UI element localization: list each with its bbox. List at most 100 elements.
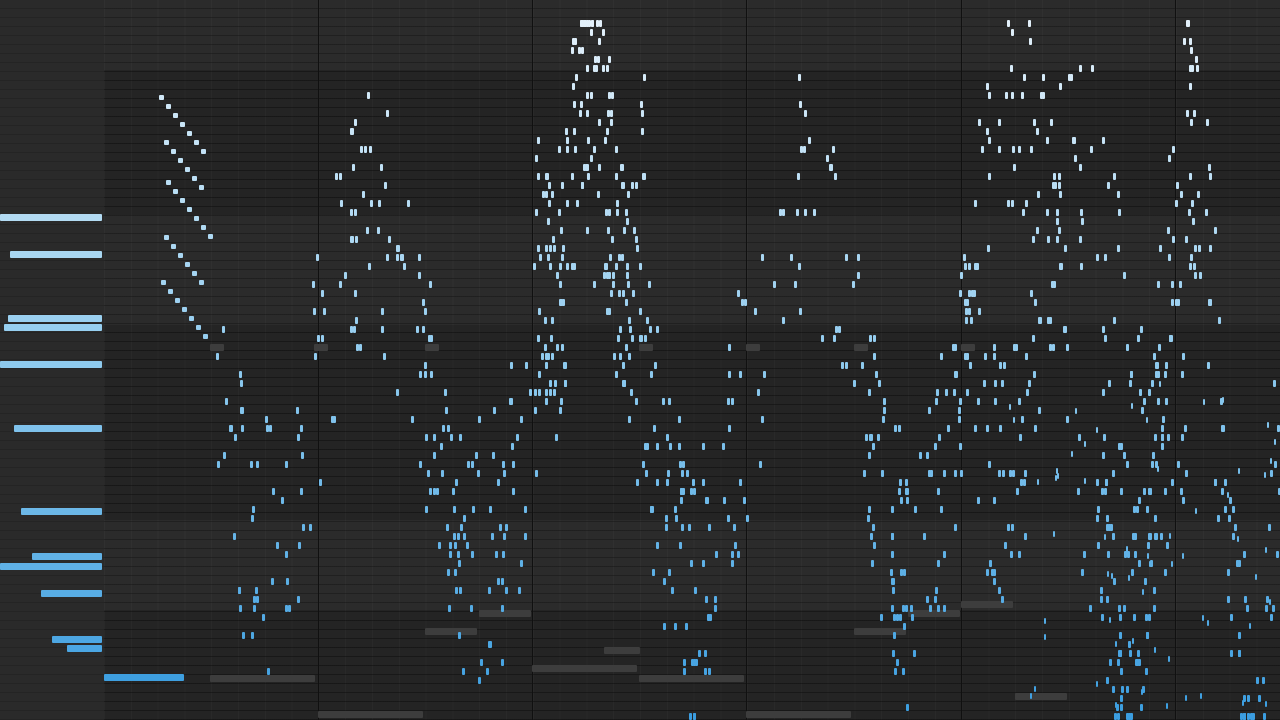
note[interactable] — [693, 488, 696, 495]
note[interactable] — [763, 371, 766, 378]
note[interactable] — [429, 488, 432, 495]
note[interactable] — [1264, 472, 1266, 478]
note[interactable] — [964, 263, 967, 270]
note[interactable] — [411, 416, 414, 423]
note[interactable] — [871, 560, 874, 567]
note[interactable] — [250, 461, 253, 468]
note[interactable] — [545, 398, 548, 405]
note[interactable] — [178, 253, 183, 258]
note[interactable] — [403, 263, 406, 270]
note[interactable] — [630, 389, 633, 396]
note[interactable] — [1096, 479, 1099, 486]
note[interactable] — [959, 443, 962, 450]
note[interactable] — [1013, 344, 1016, 351]
note[interactable] — [872, 443, 875, 450]
note[interactable] — [1081, 569, 1084, 576]
note[interactable] — [667, 470, 670, 477]
note[interactable] — [475, 452, 478, 459]
note[interactable] — [351, 128, 354, 135]
note[interactable] — [425, 506, 428, 513]
note[interactable] — [1272, 605, 1275, 612]
note[interactable] — [1071, 451, 1073, 457]
note[interactable] — [978, 119, 981, 126]
note[interactable] — [626, 218, 629, 225]
note[interactable] — [674, 506, 677, 513]
note[interactable] — [1080, 209, 1083, 216]
note[interactable] — [1038, 317, 1041, 324]
note[interactable] — [566, 146, 569, 153]
note[interactable] — [593, 281, 596, 288]
note[interactable] — [680, 488, 683, 495]
note[interactable] — [1097, 542, 1100, 549]
note[interactable] — [545, 353, 548, 360]
note[interactable] — [1182, 497, 1185, 504]
note[interactable] — [1123, 452, 1126, 459]
note[interactable] — [516, 434, 519, 441]
note[interactable] — [606, 272, 609, 279]
note[interactable] — [233, 533, 236, 540]
note[interactable] — [1180, 191, 1183, 198]
note[interactable] — [1089, 605, 1092, 612]
note[interactable] — [986, 83, 989, 90]
note[interactable] — [1123, 605, 1126, 612]
note[interactable] — [1096, 681, 1098, 687]
note[interactable] — [615, 173, 618, 180]
note[interactable] — [609, 254, 612, 261]
note[interactable] — [548, 182, 551, 189]
note[interactable] — [565, 128, 568, 135]
note[interactable] — [905, 479, 908, 486]
note[interactable] — [449, 542, 452, 549]
note[interactable] — [1112, 470, 1115, 477]
note[interactable] — [418, 254, 421, 261]
note[interactable] — [459, 587, 462, 594]
note[interactable] — [1126, 713, 1129, 720]
note[interactable] — [868, 452, 871, 459]
note[interactable] — [1154, 647, 1156, 653]
note[interactable] — [578, 47, 581, 54]
note[interactable] — [641, 128, 644, 135]
note[interactable] — [196, 325, 201, 330]
note[interactable] — [602, 65, 605, 72]
note[interactable] — [1032, 236, 1035, 243]
note[interactable] — [690, 488, 693, 495]
note[interactable] — [727, 515, 730, 522]
note[interactable] — [1113, 578, 1116, 585]
note[interactable] — [166, 104, 171, 109]
note[interactable] — [1181, 371, 1184, 378]
note[interactable] — [1011, 29, 1014, 36]
note[interactable] — [900, 497, 903, 504]
note[interactable] — [953, 389, 956, 396]
note[interactable] — [1194, 272, 1197, 279]
note[interactable] — [873, 542, 876, 549]
note[interactable] — [959, 398, 962, 405]
note[interactable] — [331, 416, 334, 423]
note[interactable] — [573, 128, 576, 135]
note[interactable] — [1265, 701, 1267, 707]
note[interactable] — [872, 524, 875, 531]
note[interactable] — [1131, 569, 1134, 576]
note[interactable] — [685, 623, 688, 630]
note[interactable] — [321, 335, 324, 342]
note[interactable] — [335, 173, 338, 180]
note[interactable] — [799, 308, 802, 315]
note[interactable] — [1217, 515, 1220, 522]
note[interactable] — [1005, 92, 1008, 99]
note[interactable] — [1011, 200, 1014, 207]
note[interactable] — [1227, 569, 1230, 576]
note[interactable] — [935, 398, 938, 405]
note[interactable] — [454, 542, 457, 549]
note[interactable] — [683, 668, 686, 675]
note[interactable] — [1037, 479, 1039, 485]
note[interactable] — [1168, 155, 1171, 162]
note[interactable] — [1195, 508, 1197, 514]
sustained-note[interactable] — [532, 665, 637, 672]
note[interactable] — [1047, 236, 1050, 243]
note[interactable] — [562, 299, 565, 306]
note[interactable] — [561, 344, 564, 351]
note[interactable] — [688, 524, 691, 531]
note[interactable] — [1171, 479, 1174, 486]
note[interactable] — [635, 398, 638, 405]
note[interactable] — [1110, 524, 1113, 531]
note[interactable] — [1227, 492, 1229, 498]
note[interactable] — [549, 263, 552, 270]
